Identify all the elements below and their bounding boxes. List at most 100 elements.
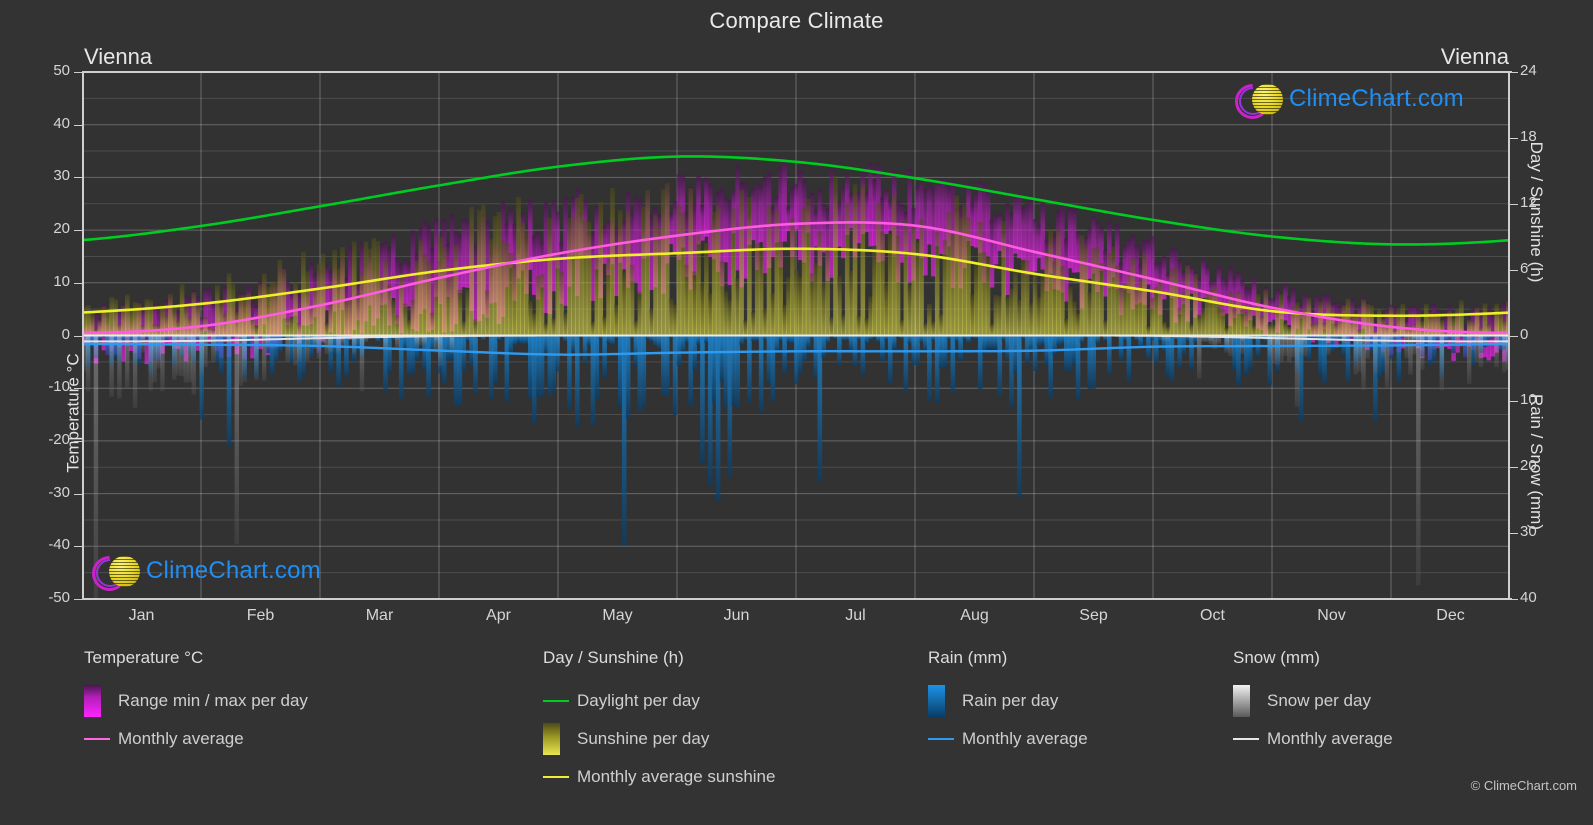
y-tickmark-left [74,546,82,548]
legend-line-icon [543,776,569,778]
y-tickmark-left [74,72,82,73]
x-tick-oct: Oct [1200,607,1225,624]
y-tick-right-hours: 6 [1520,259,1529,277]
y-tickmark-left [74,440,82,442]
y-tick-left: 50 [53,62,70,79]
climate-chart-page: Compare Climate Vienna Vienna Temperatur… [0,0,1593,825]
y-tickmark-right [1510,137,1518,139]
legend-line-icon [1233,738,1259,740]
legend-line-icon [928,738,954,740]
legend-key [1233,738,1267,740]
y-tick-right-mm: 20 [1520,457,1537,475]
y-tickmark-right [1510,533,1518,535]
x-tick-jan: Jan [128,607,155,624]
legend-item-label: Daylight per day [577,691,700,710]
logo-text: ClimeChart.com [146,557,321,584]
y-tickmark-right [1510,269,1518,271]
legend-item[interactable]: Rain per day [928,682,1088,720]
y-tickmark-left [74,230,82,232]
y-tick-left: 40 [53,114,70,132]
legend-group-title: Rain (mm) [928,648,1008,667]
x-tick-dec: Dec [1436,607,1465,624]
y-tickmark-left [74,124,82,126]
y-tick-left: -50 [48,589,70,606]
city-label-right: Vienna [1440,44,1509,69]
legend-group-title: Snow (mm) [1233,648,1320,667]
legend-item-label: Monthly average [1267,729,1393,748]
y-tick-left: 20 [53,220,70,238]
legend-item-label: Monthly average sunshine [577,767,776,786]
legend-item-label: Rain per day [962,691,1059,710]
legend-item[interactable]: Monthly average [84,720,308,758]
y-tick-left: 10 [53,272,70,290]
climechart-logo-icon [84,548,146,599]
climechart-logo-icon [1227,76,1289,127]
x-tick-jul: Jul [845,607,866,624]
watermark-logo-bottom: ClimeChart.com [84,548,321,599]
legend-item-label: Range min / max per day [118,691,308,710]
legend-item-label: Monthly average [962,729,1088,748]
y-tickmark-right [1510,599,1518,600]
y-tickmark-left [74,388,82,390]
x-tick-nov: Nov [1317,607,1346,624]
axis-bottom-line [82,598,1512,600]
legend-item[interactable]: Monthly average sunshine [543,758,775,796]
y-tickmark-left [74,282,82,284]
legend-item[interactable]: Sunshine per day [543,720,775,758]
legend-item[interactable]: Monthly average [1233,720,1393,758]
city-label-left: Vienna [84,44,153,69]
y-tick-right-hours: 18 [1520,127,1537,145]
legend-key [928,738,962,740]
y-tick-left: -10 [48,378,70,396]
legend-key [84,738,118,740]
y-tick-right-hours: 12 [1520,193,1537,211]
y-tickmark-right [1510,335,1518,337]
legend-key [84,685,118,717]
y-tick-left: -30 [48,483,70,501]
legend-group-title: Temperature °C [84,648,204,667]
legend-item-label: Monthly average [118,729,244,748]
y-tick-right-mm: 30 [1520,523,1537,541]
x-tick-aug: Aug [960,607,989,624]
chart-canvas [82,72,1510,599]
legend-swatch-icon [84,685,101,717]
legend-key [543,700,577,702]
legend-item-label: Snow per day [1267,691,1371,710]
y-tick-right-mm: 10 [1520,391,1537,409]
x-tick-apr: Apr [486,607,511,624]
y-tickmark-right [1510,467,1518,469]
legend-key [543,723,577,755]
y-tick-right-hours: 0 [1520,325,1529,343]
y-tick-left: -20 [48,430,70,448]
chart-legend: Temperature °C Range min / max per day Mon… [0,648,1593,818]
x-tick-mar: Mar [365,607,394,624]
logo-text: ClimeChart.com [1289,85,1464,112]
y-tick-right-mm: 40 [1520,589,1537,606]
legend-item[interactable]: Snow per day [1233,682,1393,720]
x-tick-sep: Sep [1079,607,1108,624]
y-tickmark-right [1510,203,1518,205]
legend-swatch-icon [1233,685,1250,717]
y-tick-left: -40 [48,536,70,554]
legend-line-icon [543,700,569,702]
watermark-logo-top: ClimeChart.com [1227,76,1464,127]
legend-item[interactable]: Monthly average [928,720,1088,758]
page-title: Compare Climate [709,8,884,33]
x-tick-feb: Feb [246,607,275,624]
y-tick-left: 30 [53,167,70,185]
y-tickmark-left [74,599,82,600]
legend-line-icon [84,738,110,740]
legend-group-temperature-c: Temperature °C Range min / max per day Mon… [84,648,308,758]
y-tickmark-left [74,493,82,495]
legend-group-rain-mm: Rain (mm) Rain per day Monthly average [928,648,1088,758]
legend-key [1233,685,1267,717]
y-tickmark-left [74,335,82,337]
legend-item[interactable]: Daylight per day [543,682,775,720]
legend-swatch-icon [543,723,560,755]
legend-item[interactable]: Range min / max per day [84,682,308,720]
axis-top-line [82,71,1512,73]
y-tick-right-hours: 24 [1520,62,1537,79]
y-tickmark-left [74,177,82,179]
legend-group-snow-mm: Snow (mm) Snow per day Monthly average [1233,648,1393,758]
y-axis-label-left: Temperature °C [63,352,83,473]
